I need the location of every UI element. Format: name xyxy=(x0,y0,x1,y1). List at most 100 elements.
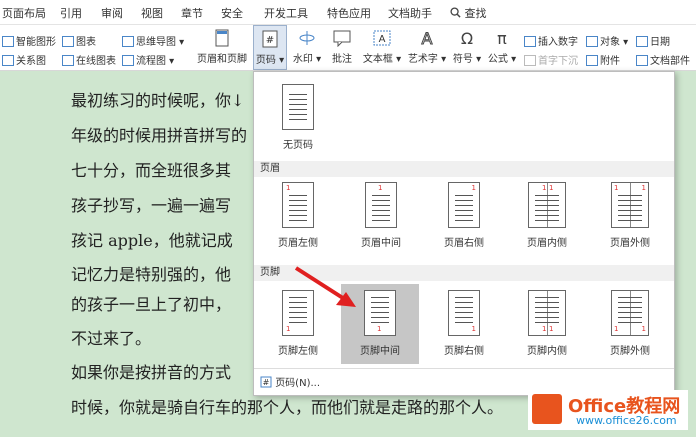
footer-center-option[interactable]: 1 页脚中间 xyxy=(341,284,419,364)
tab-view[interactable]: 视图 xyxy=(141,5,163,21)
tab-review[interactable]: 审阅 xyxy=(101,5,123,21)
object-icon xyxy=(586,36,598,47)
header-center-option[interactable]: 1 页眉中间 xyxy=(342,182,420,262)
no-page-number-label: 无页码 xyxy=(283,140,313,151)
chart-label: 图表 xyxy=(76,37,96,48)
header-footer-label: 页眉和页脚 xyxy=(197,54,247,65)
date-label: 日期 xyxy=(650,37,670,48)
attachment-button[interactable]: 附件 xyxy=(586,52,620,67)
symbol-button[interactable]: Ω 符号 ▾ xyxy=(452,25,482,70)
ribbon: 智能图形 关系图 图表 在线图表 思维导图 ▾ 流程图 ▾ 页眉和页脚 # 页码… xyxy=(0,25,696,71)
comment-icon xyxy=(333,30,351,47)
doc-line: 最初练习的时候呢，你↓ xyxy=(71,91,245,110)
header-outside-option[interactable]: 11 页眉外侧 xyxy=(591,182,669,262)
doc-line: 时候，你就是骑自行车的那个人，而他们就是走路的那个人。 xyxy=(71,398,504,417)
wordart-button[interactable]: A 艺术字 ▾ xyxy=(406,25,448,70)
smart-shape-button[interactable]: 智能图形 xyxy=(2,33,56,48)
drop-cap-button[interactable]: 首字下沉 xyxy=(524,52,578,67)
no-page-number-option[interactable]: 无页码 xyxy=(259,78,337,158)
calendar-icon xyxy=(636,36,648,47)
page-thumb: 1 xyxy=(365,182,397,228)
tab-security[interactable]: 安全 xyxy=(221,5,243,21)
page-thumb: 1 xyxy=(282,290,314,336)
page-number-icon: # xyxy=(262,30,278,48)
formula-button[interactable]: π 公式 ▾ xyxy=(486,25,518,70)
footer-outside-label: 页脚外侧 xyxy=(610,346,650,357)
date-button[interactable]: 日期 xyxy=(636,33,670,48)
footer-right-option[interactable]: 1 页脚右侧 xyxy=(425,284,503,364)
comment-button[interactable]: 批注 xyxy=(328,25,356,70)
tab-chapter[interactable]: 章节 xyxy=(181,5,203,21)
textbox-button[interactable]: A 文本框 ▾ xyxy=(362,25,402,70)
chart-button[interactable]: 图表 xyxy=(62,33,96,48)
page-thumb: 1 xyxy=(364,290,396,336)
comment-label: 批注 xyxy=(332,54,352,65)
doc-line: 孩子抄写，一遍一遍写 xyxy=(71,196,232,215)
office-logo-icon xyxy=(532,394,562,424)
doc-parts-button[interactable]: 文档部件 xyxy=(636,52,690,67)
symbol-label: 符号 xyxy=(452,54,473,65)
page-number-icon: # xyxy=(260,376,272,388)
online-chart-button[interactable]: 在线图表 xyxy=(62,52,116,67)
page-number-button[interactable]: # 页码 ▾ xyxy=(253,25,287,70)
page-thumb xyxy=(282,84,314,130)
tab-features[interactable]: 特色应用 xyxy=(327,5,371,21)
search-tab[interactable]: 查找 xyxy=(450,5,487,21)
tab-doc-assistant[interactable]: 文档助手 xyxy=(388,5,432,21)
header-right-option[interactable]: 1 页眉右侧 xyxy=(425,182,503,262)
footer-inside-option[interactable]: 11 页脚内侧 xyxy=(508,284,586,364)
tab-developer[interactable]: 开发工具 xyxy=(264,5,308,21)
header-inside-label: 页眉内侧 xyxy=(527,238,567,249)
header-left-option[interactable]: 1 页眉左侧 xyxy=(259,182,337,262)
doc-line: 七十分，而全班很多其 xyxy=(71,161,232,180)
mindmap-button[interactable]: 思维导图 ▾ xyxy=(122,33,184,48)
watermark-button[interactable]: 水印 ▾ xyxy=(290,25,324,70)
smart-shape-icon xyxy=(2,36,14,47)
tab-references[interactable]: 引用 xyxy=(60,5,82,21)
svg-text:#: # xyxy=(266,35,274,46)
online-chart-icon xyxy=(62,55,74,66)
header-footer-button[interactable]: 页眉和页脚 xyxy=(196,25,248,70)
search-label: 查找 xyxy=(464,7,487,20)
attachment-label: 附件 xyxy=(600,56,620,67)
page-thumb: 11 xyxy=(528,290,566,336)
header-outside-label: 页眉外侧 xyxy=(610,238,650,249)
wordart-label: 艺术字 xyxy=(407,54,438,65)
page-thumb: 11 xyxy=(611,182,649,228)
smart-shape-label: 智能图形 xyxy=(16,37,56,48)
insert-number-label: 插入数字 xyxy=(538,37,578,48)
online-chart-label: 在线图表 xyxy=(76,56,116,67)
page-thumb: 1 xyxy=(448,290,480,336)
insert-number-button[interactable]: 插入数字 xyxy=(524,33,578,48)
footer-left-label: 页脚左侧 xyxy=(278,346,318,357)
watermark-url: www.office26.com xyxy=(576,414,677,427)
header-left-label: 页眉左侧 xyxy=(278,238,318,249)
header-inside-option[interactable]: 11 页眉内侧 xyxy=(508,182,586,262)
object-button[interactable]: 对象 ▾ xyxy=(586,33,628,48)
flowchart-label: 流程图 xyxy=(136,56,166,67)
formula-label: 公式 xyxy=(487,54,508,65)
doc-line: 孩记 apple，他就记成 xyxy=(71,231,233,250)
site-watermark: Office教程网 www.office26.com xyxy=(528,390,688,430)
page-thumb: 1 xyxy=(448,182,480,228)
doc-line: 年级的时候用拼音拼写的 xyxy=(71,126,248,145)
footer-section-title: 页脚 xyxy=(254,265,674,281)
relation-button[interactable]: 关系图 xyxy=(2,52,46,67)
page-thumb: 11 xyxy=(611,290,649,336)
divider xyxy=(254,368,674,369)
page-thumb: 11 xyxy=(528,182,566,228)
footer-outside-option[interactable]: 11 页脚外侧 xyxy=(591,284,669,364)
header-right-label: 页眉右侧 xyxy=(444,238,484,249)
page-number-label: 页码 xyxy=(255,55,276,66)
header-center-label: 页眉中间 xyxy=(361,238,401,249)
doc-line: 记忆力是特别强的，他 xyxy=(71,265,232,284)
mindmap-icon xyxy=(122,36,134,47)
tab-page-layout[interactable]: 页面布局 xyxy=(2,5,46,21)
footer-left-option[interactable]: 1 页脚左侧 xyxy=(259,284,337,364)
doc-line: 如果你是按拼音的方式 xyxy=(71,363,232,382)
watermark-icon xyxy=(299,31,315,45)
page-number-settings-link[interactable]: # 页码(N)... xyxy=(260,374,320,389)
doc-parts-label: 文档部件 xyxy=(650,56,690,67)
flowchart-button[interactable]: 流程图 ▾ xyxy=(122,52,174,67)
textbox-icon: A xyxy=(373,30,391,46)
